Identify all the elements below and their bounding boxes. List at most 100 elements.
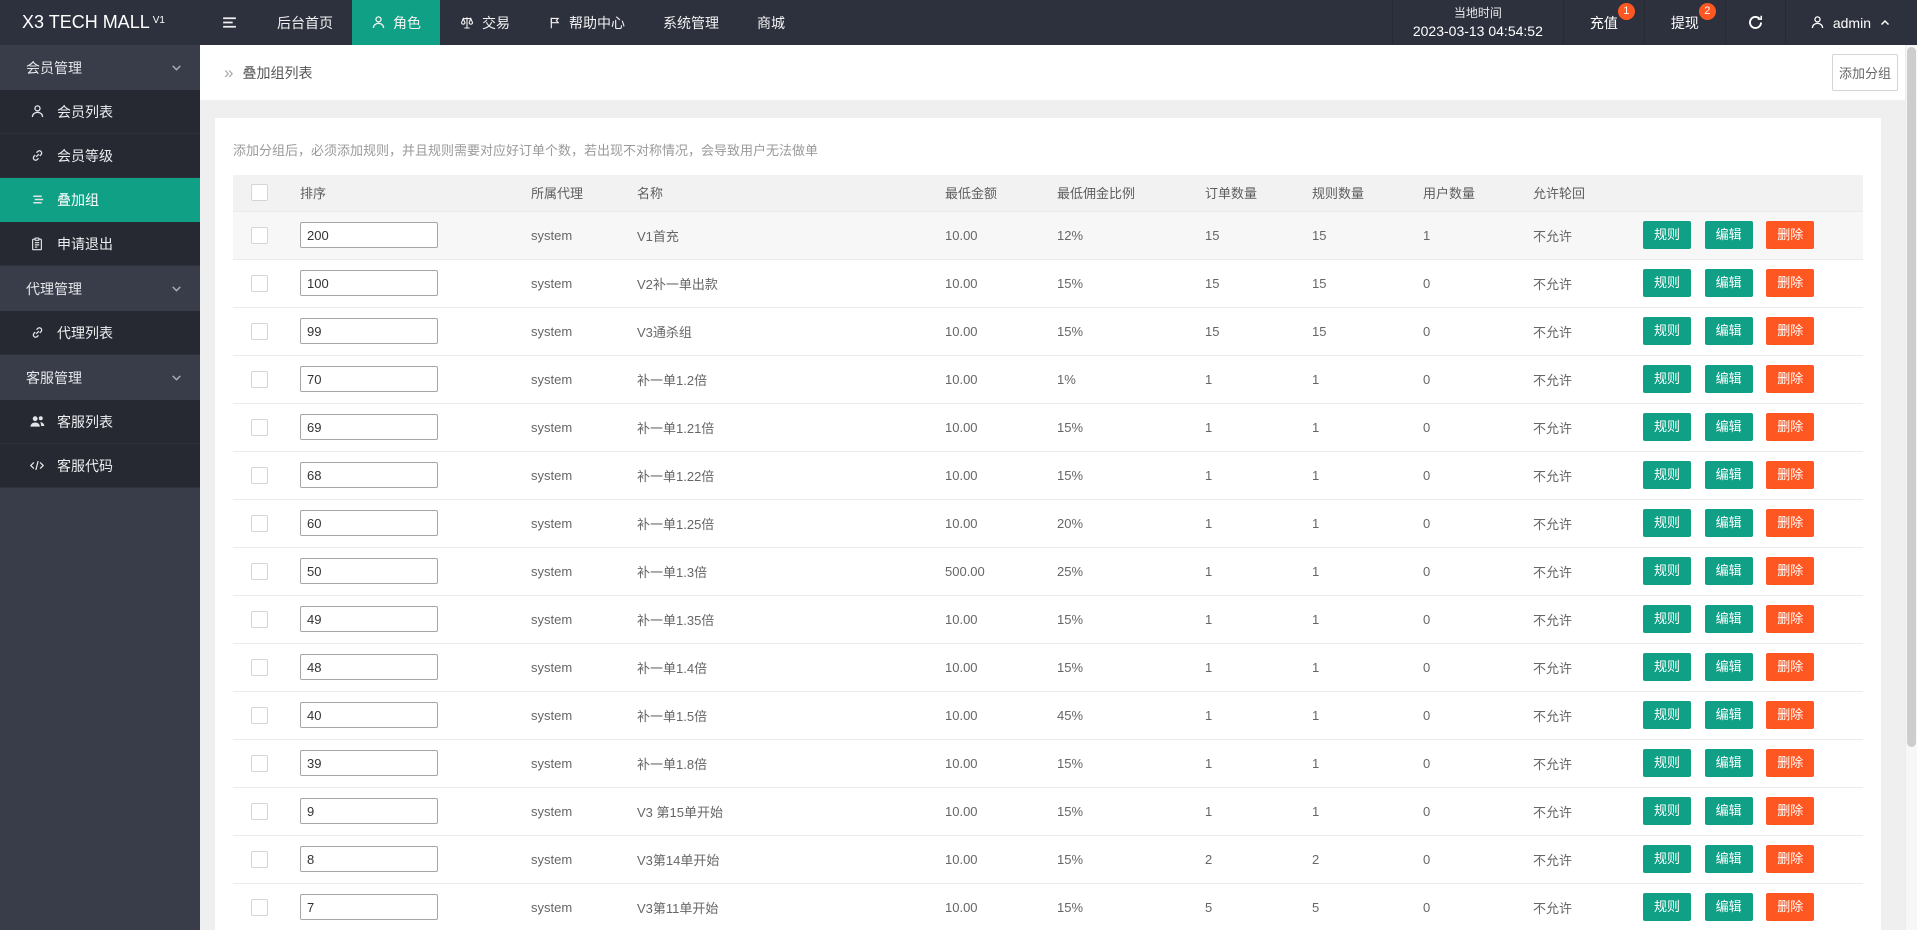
rule-button[interactable]: 规则: [1643, 365, 1692, 393]
row-checkbox[interactable]: [251, 898, 268, 916]
rule-button[interactable]: 规则: [1643, 413, 1692, 441]
row-checkbox[interactable]: [251, 370, 268, 388]
hamburger-icon[interactable]: [200, 0, 258, 45]
sort-input[interactable]: [300, 510, 438, 536]
rule-button[interactable]: 规则: [1643, 653, 1692, 681]
edit-button[interactable]: 编辑: [1704, 797, 1753, 825]
delete-button[interactable]: 删除: [1766, 317, 1815, 345]
sort-input[interactable]: [300, 414, 438, 440]
withdraw-button[interactable]: 提现 2: [1643, 0, 1725, 45]
select-all-checkbox[interactable]: [251, 184, 268, 202]
edit-button[interactable]: 编辑: [1704, 269, 1753, 297]
sidebar-item-service-list[interactable]: 客服列表: [0, 400, 200, 444]
rule-button[interactable]: 规则: [1643, 269, 1692, 297]
sidebar-group-agent-mgmt[interactable]: 代理管理: [0, 266, 200, 311]
rule-button[interactable]: 规则: [1643, 461, 1692, 489]
edit-button[interactable]: 编辑: [1704, 221, 1753, 249]
refresh-icon[interactable]: [1724, 0, 1785, 45]
edit-button[interactable]: 编辑: [1704, 605, 1753, 633]
sort-input[interactable]: [300, 798, 438, 824]
sidebar-group-service-mgmt[interactable]: 客服管理: [0, 355, 200, 400]
sort-input[interactable]: [300, 654, 438, 680]
rule-button[interactable]: 规则: [1643, 221, 1692, 249]
edit-button[interactable]: 编辑: [1704, 557, 1753, 585]
sidebar-item-member-list[interactable]: 会员列表: [0, 90, 200, 134]
nav-item-home[interactable]: 后台首页: [258, 0, 352, 45]
row-checkbox[interactable]: [251, 802, 268, 820]
delete-button[interactable]: 删除: [1766, 701, 1815, 729]
sidebar-item-agent-list[interactable]: 代理列表: [0, 311, 200, 355]
row-checkbox[interactable]: [251, 418, 268, 436]
delete-button[interactable]: 删除: [1766, 413, 1815, 441]
sort-input[interactable]: [300, 222, 438, 248]
nav-item-trade[interactable]: 交易: [440, 0, 529, 45]
sidebar-item-member-level[interactable]: 会员等级: [0, 134, 200, 178]
rule-button[interactable]: 规则: [1643, 701, 1692, 729]
row-checkbox[interactable]: [251, 514, 268, 532]
delete-button[interactable]: 删除: [1766, 221, 1815, 249]
rule-button[interactable]: 规则: [1643, 797, 1692, 825]
edit-button[interactable]: 编辑: [1704, 893, 1753, 922]
edit-button[interactable]: 编辑: [1704, 509, 1753, 537]
rule-button[interactable]: 规则: [1643, 509, 1692, 537]
delete-button[interactable]: 删除: [1766, 797, 1815, 825]
nav-item-system[interactable]: 系统管理: [644, 0, 738, 45]
delete-button[interactable]: 删除: [1766, 365, 1815, 393]
delete-button[interactable]: 删除: [1766, 461, 1815, 489]
rule-button[interactable]: 规则: [1643, 317, 1692, 345]
recharge-button[interactable]: 充值 1: [1562, 0, 1644, 45]
row-checkbox[interactable]: [251, 610, 268, 628]
delete-button[interactable]: 删除: [1766, 557, 1815, 585]
row-checkbox[interactable]: [251, 322, 268, 340]
sidebar-item-stack-group[interactable]: 叠加组: [0, 178, 200, 222]
sort-input[interactable]: [300, 846, 438, 872]
sort-input[interactable]: [300, 702, 438, 728]
nav-item-role[interactable]: 角色: [352, 0, 440, 45]
add-group-button[interactable]: 添加分组: [1831, 54, 1898, 91]
edit-button[interactable]: 编辑: [1704, 317, 1753, 345]
delete-button[interactable]: 删除: [1766, 653, 1815, 681]
row-checkbox[interactable]: [251, 850, 268, 868]
row-checkbox[interactable]: [251, 274, 268, 292]
delete-button[interactable]: 删除: [1766, 749, 1815, 777]
rule-button[interactable]: 规则: [1643, 557, 1692, 585]
edit-button[interactable]: 编辑: [1704, 845, 1753, 873]
delete-button[interactable]: 删除: [1766, 605, 1815, 633]
rule-button[interactable]: 规则: [1643, 893, 1692, 922]
sort-input[interactable]: [300, 750, 438, 776]
edit-button[interactable]: 编辑: [1704, 413, 1753, 441]
sort-input[interactable]: [300, 606, 438, 632]
sidebar-item-service-code[interactable]: 客服代码: [0, 444, 200, 488]
edit-button[interactable]: 编辑: [1704, 701, 1753, 729]
sort-input[interactable]: [300, 462, 438, 488]
row-checkbox[interactable]: [251, 226, 268, 244]
edit-button[interactable]: 编辑: [1704, 365, 1753, 393]
row-checkbox[interactable]: [251, 658, 268, 676]
sort-input[interactable]: [300, 270, 438, 296]
sort-input[interactable]: [300, 894, 438, 921]
row-checkbox[interactable]: [251, 706, 268, 724]
edit-button[interactable]: 编辑: [1704, 749, 1753, 777]
nav-item-mall[interactable]: 商城: [738, 0, 804, 45]
delete-button[interactable]: 删除: [1766, 845, 1815, 873]
edit-button[interactable]: 编辑: [1704, 653, 1753, 681]
row-checkbox[interactable]: [251, 754, 268, 772]
row-checkbox[interactable]: [251, 466, 268, 484]
nav-item-help[interactable]: 帮助中心: [529, 0, 644, 45]
rule-button[interactable]: 规则: [1643, 749, 1692, 777]
rule-button[interactable]: 规则: [1643, 605, 1692, 633]
delete-button[interactable]: 删除: [1766, 269, 1815, 297]
delete-button[interactable]: 删除: [1766, 893, 1815, 922]
sidebar-group-member-mgmt[interactable]: 会员管理: [0, 45, 200, 90]
sort-input[interactable]: [300, 318, 438, 344]
delete-button[interactable]: 删除: [1766, 509, 1815, 537]
rule-button[interactable]: 规则: [1643, 845, 1692, 873]
edit-button[interactable]: 编辑: [1704, 461, 1753, 489]
sidebar-item-apply-exit[interactable]: 申请退出: [0, 222, 200, 266]
sort-input[interactable]: [300, 558, 438, 584]
row-checkbox[interactable]: [251, 562, 268, 580]
min-commission-cell: 15%: [1057, 450, 1205, 499]
admin-menu[interactable]: admin: [1784, 0, 1917, 45]
scrollbar-thumb[interactable]: [1907, 47, 1916, 747]
sort-input[interactable]: [300, 366, 438, 392]
